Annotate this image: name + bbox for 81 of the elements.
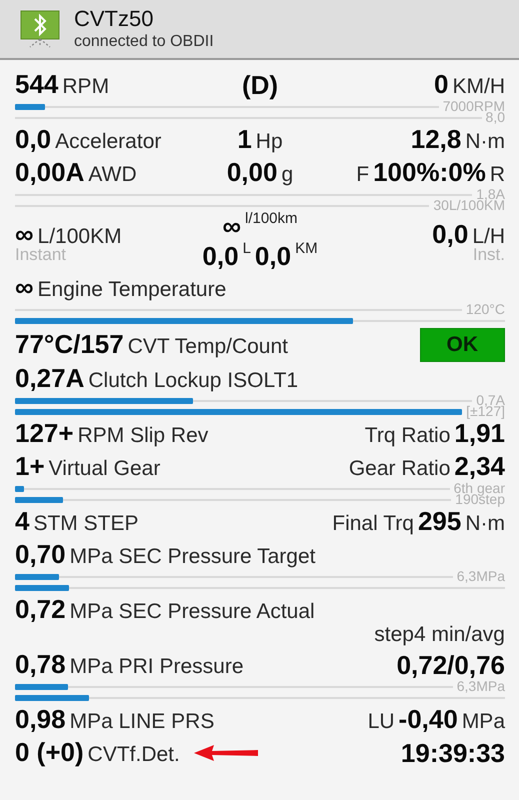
label-text: step4 min/avg	[374, 622, 505, 648]
label-text: MPa PRI Pressure	[70, 654, 244, 680]
label-text: Virtual Gear	[48, 456, 160, 482]
value-text: 0 (+0)	[15, 737, 84, 767]
value-text: 0,0	[15, 124, 52, 154]
scale-max-label: 0,7A	[476, 395, 505, 406]
value-text: 1	[237, 124, 252, 154]
label-text: MPa	[462, 709, 505, 735]
value-text: 0,78	[15, 649, 66, 679]
value-text: 0,70	[15, 539, 66, 569]
label-text: AWD	[88, 162, 137, 188]
value-text: -0,40	[398, 704, 458, 734]
scale-max-label: 6,3MPa	[456, 571, 505, 582]
label-text: LU	[368, 709, 395, 735]
scale-max-label: 6,3MPa	[456, 681, 505, 692]
label-text: Accelerator	[55, 129, 162, 155]
value-text: 100%:0%	[373, 157, 486, 187]
status-badge: OK	[420, 328, 505, 362]
value-text: 0,72	[15, 594, 66, 624]
scale-max-label: 30L/100KM	[433, 200, 505, 211]
label-text: RPM	[62, 74, 110, 100]
label-text: Gear Ratio	[348, 456, 450, 482]
app-title: CVTz50	[74, 6, 154, 32]
unit-superscript: L	[242, 241, 251, 257]
unit-superscript: l/100km	[245, 211, 298, 227]
scale-max-label: 1,8A	[476, 189, 505, 200]
scale-max-label: 190step	[455, 494, 505, 505]
label-text: CVT Temp/Count	[128, 334, 288, 360]
value-text: 4	[15, 506, 30, 536]
value-text: 12,8	[410, 124, 462, 154]
scale-max-label: 120°C	[466, 304, 505, 315]
label-text: KM/H	[452, 74, 505, 100]
scale-max-label: 8,0	[486, 112, 505, 123]
value-text: ∞	[15, 272, 34, 302]
caption-text: Instant	[15, 246, 66, 264]
label-text: Clutch Lockup ISOLT1	[88, 368, 298, 394]
unit-superscript: KM	[295, 241, 318, 257]
label-text: R	[490, 162, 505, 188]
value-text: 0,27A	[15, 363, 84, 393]
label-text: MPa LINE PRS	[70, 709, 214, 735]
value-text: 0,0	[202, 241, 239, 271]
label-text: N·m	[465, 511, 505, 537]
value-text: 1+	[15, 451, 45, 481]
label-text: STM STEP	[33, 511, 138, 537]
value-text: 544	[15, 69, 58, 99]
label-text: Hp	[256, 129, 283, 155]
value-text: 19:39:33	[400, 738, 505, 768]
label-text: Trq Ratio	[364, 423, 450, 449]
label-text: L/100KM	[38, 224, 122, 248]
label-text: N·m	[465, 129, 505, 155]
label-text: Engine Temperature	[38, 277, 226, 303]
value-text: 0,72/0,76	[396, 650, 505, 680]
value-text: ∞	[222, 211, 241, 241]
value-text: (D)	[242, 70, 278, 100]
value-text: ∞	[15, 218, 34, 248]
label-text: RPM Slip Rev	[78, 423, 208, 449]
value-text: 77°C/157	[15, 328, 124, 358]
bluetooth-board-icon	[18, 9, 62, 49]
value-text: 0	[434, 69, 448, 99]
label-text: F	[356, 162, 370, 188]
value-text: 0,00	[226, 157, 278, 187]
value-text: 295	[418, 506, 462, 536]
value-text: 0,98	[15, 704, 66, 734]
arrow-icon	[194, 744, 258, 760]
label-text: MPa SEC Pressure Actual	[70, 599, 315, 625]
label-text: CVTf.Det.	[88, 742, 180, 768]
scale-max-label: 6th gear	[454, 483, 505, 494]
label-text: MPa SEC Pressure Target	[70, 544, 316, 570]
scale-max-label: 7000RPM	[442, 101, 505, 112]
label-text: Final Trq	[332, 511, 414, 537]
value-text: 0,0	[432, 218, 468, 248]
value-text: 127+	[15, 418, 74, 448]
label-text: g	[281, 162, 294, 188]
value-text: 0,0	[254, 241, 292, 271]
value-text: 1,91	[454, 418, 505, 448]
label-text: L/H	[472, 224, 505, 248]
value-text: 0,00A	[15, 157, 84, 187]
value-text: 2,34	[454, 451, 505, 481]
connection-status: connected to OBDII	[74, 32, 214, 52]
scale-max-label: [±127]	[466, 406, 505, 417]
caption-text: Inst.	[472, 246, 505, 264]
